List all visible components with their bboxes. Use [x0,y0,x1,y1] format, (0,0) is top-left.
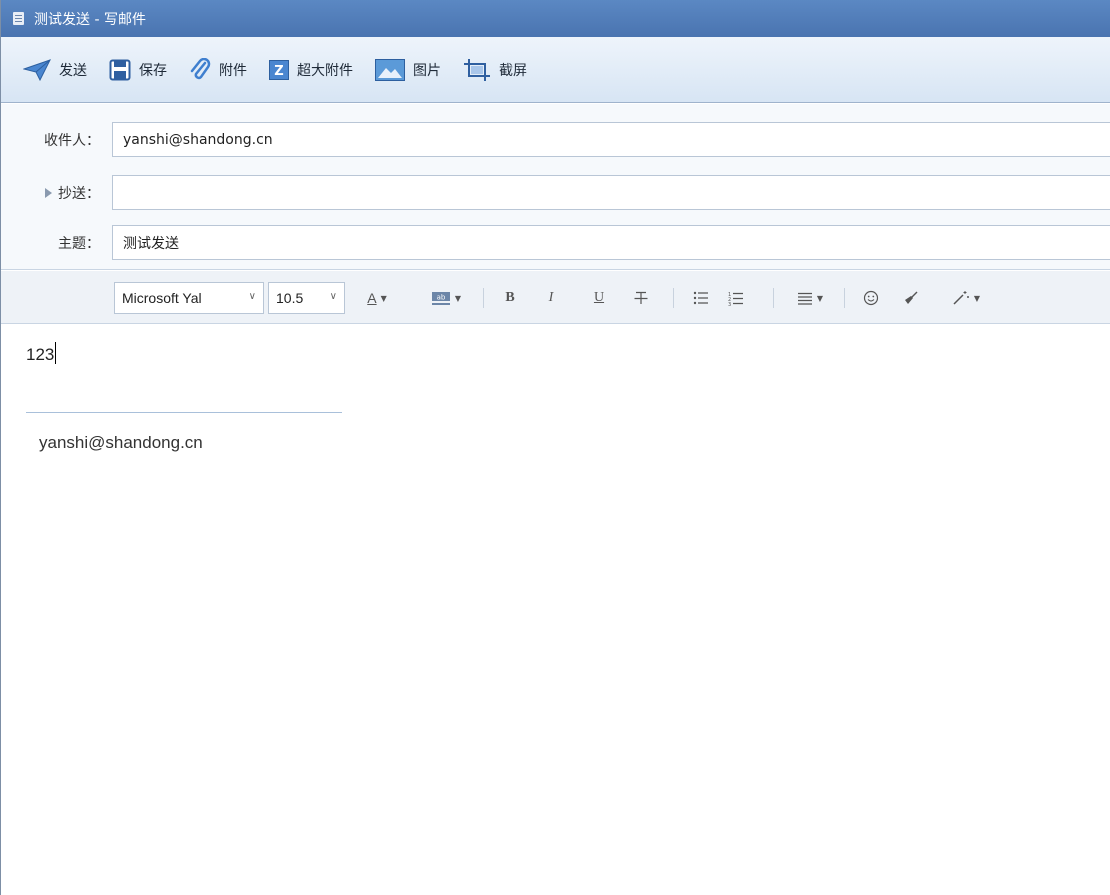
strikethrough-icon [634,291,648,304]
subject-value: 测试发送 [123,235,179,252]
dropdown-arrow-icon: ▼ [454,293,462,303]
format-toolbar: Microsoft Yal ∨ 10.5 ∨ A ▼ ab ▼ B I U 1 … [1,271,1110,324]
expand-triangle-icon[interactable] [45,188,52,198]
underline-button[interactable]: U [589,287,609,309]
save-button[interactable]: 保存 [109,59,167,81]
save-icon [109,59,131,80]
paperclip-icon [190,57,211,79]
magic-wand-icon [953,291,969,305]
italic-button[interactable]: I [541,287,561,309]
signature-text: yanshi@shandong.cn [39,433,203,452]
align-button[interactable]: ▼ [790,287,830,309]
svg-text:ab: ab [437,294,446,302]
align-icon [797,292,812,305]
font-family-value: Microsoft Yal [122,290,202,306]
highlight-icon: ab [431,292,450,305]
bold-button[interactable]: B [500,287,520,309]
cc-field[interactable] [112,175,1110,210]
font-color-button[interactable]: A ▼ [363,287,391,309]
font-size-select[interactable]: 10.5 ∨ [268,282,345,314]
font-color-icon: A [367,290,377,306]
dropdown-arrow-icon: ▼ [973,293,981,303]
compose-toolbar: 发送 保存 附件 Z 超大附件 图片 截屏 [1,37,1110,103]
to-field[interactable]: yanshi@shandong.cn [112,122,1110,157]
attach-button[interactable]: 附件 [189,57,247,82]
divider [844,288,845,308]
picture-label: 图片 [413,62,441,79]
paper-plane-icon [23,58,51,81]
clear-format-button[interactable] [901,287,921,309]
body-content: 123 [26,345,55,364]
strikethrough-button[interactable] [631,287,651,309]
magic-wand-button[interactable]: ▼ [945,287,987,309]
screenshot-button[interactable]: 截屏 [463,58,527,82]
cc-row: 抄送： [1,174,1110,212]
crop-icon [464,58,490,81]
subject-field[interactable]: 测试发送 [112,225,1110,260]
italic-icon: I [548,290,554,305]
font-size-value: 10.5 [276,290,304,306]
bullet-list-icon [693,291,708,305]
body-text: 123 [26,342,57,365]
send-label: 发送 [59,62,87,79]
chevron-down-icon: ∨ [329,291,337,302]
to-row: 收件人： yanshi@shandong.cn [1,121,1110,159]
cc-label-wrap[interactable]: 抄送： [1,183,112,203]
to-label: 收件人： [44,133,100,149]
emoji-button[interactable] [861,287,881,309]
header-fields: 收件人： yanshi@shandong.cn 抄送： 主题： 测试发送 [1,104,1110,270]
large-attach-label: 超大附件 [297,62,353,79]
numbered-list-button[interactable]: 1 2 3 [725,287,747,309]
broom-icon [905,291,918,304]
divider [773,288,774,308]
cc-label: 抄送： [58,186,100,202]
subject-row: 主题： 测试发送 [1,224,1110,262]
attach-label: 附件 [219,62,247,79]
send-button[interactable]: 发送 [23,58,87,81]
signature-divider [26,412,342,413]
picture-icon [375,58,405,81]
svg-text:Z: Z [274,64,283,79]
window-title: 测试发送 - 写邮件 [34,11,146,28]
text-cursor [55,342,57,364]
save-label: 保存 [139,62,167,79]
highlight-color-button[interactable]: ab ▼ [423,287,469,309]
svg-text:3: 3 [728,302,731,306]
bullet-list-button[interactable] [690,287,712,309]
chevron-down-icon: ∨ [248,291,256,302]
large-attachment-icon: Z [269,59,289,80]
screenshot-label: 截屏 [499,62,527,79]
large-attach-button[interactable]: Z 超大附件 [269,59,353,80]
document-icon [13,12,24,25]
dropdown-arrow-icon: ▼ [816,293,824,303]
to-value: yanshi@shandong.cn [123,131,273,148]
compose-window: 测试发送 - 写邮件 发送 保存 附件 Z 超大附件 图片 截屏 收件人： ya… [0,0,1110,895]
picture-button[interactable]: 图片 [375,58,441,81]
subject-label: 主题： [58,236,100,252]
message-body[interactable]: 123 yanshi@shandong.cn [1,325,1110,895]
font-family-select[interactable]: Microsoft Yal ∨ [114,282,264,314]
underline-icon: U [593,290,605,305]
numbered-list-icon: 1 2 3 [728,292,743,306]
title-bar: 测试发送 - 写邮件 [1,0,1110,37]
dropdown-arrow-icon: ▼ [380,293,387,303]
smiley-icon [863,290,879,306]
divider [483,288,484,308]
divider [673,288,674,308]
bold-icon: B [505,290,515,305]
